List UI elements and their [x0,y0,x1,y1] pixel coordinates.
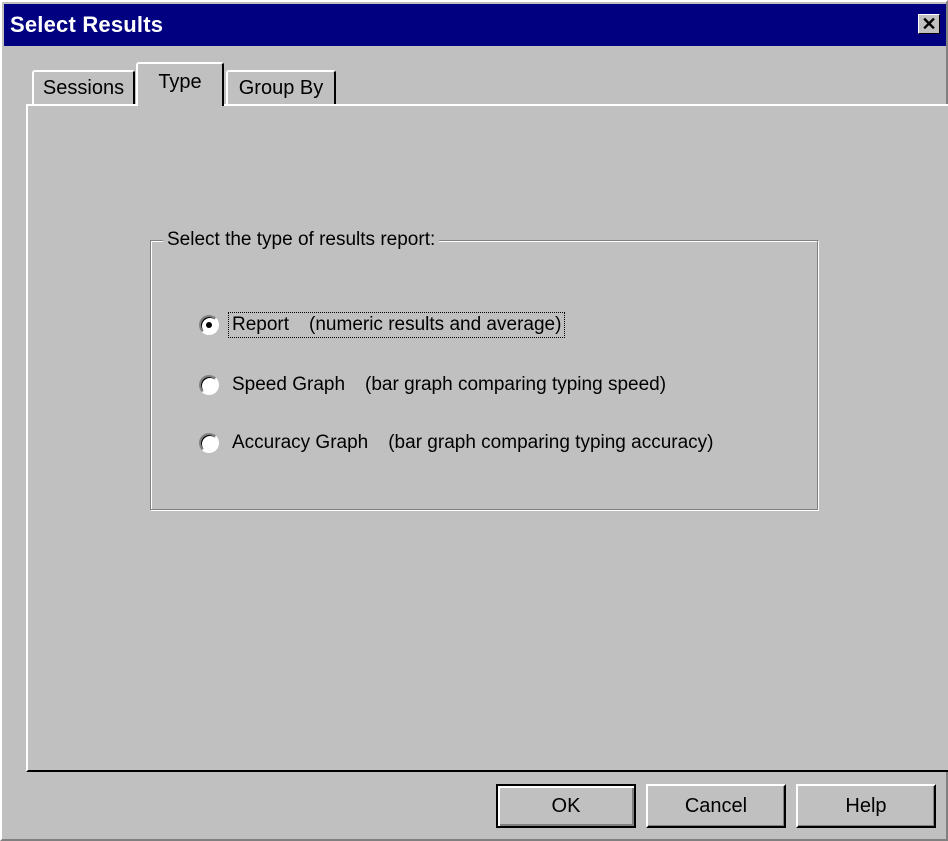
help-button[interactable]: Help [796,784,936,828]
radio-option-speed-graph[interactable]: Speed Graph (bar graph comparing typing s… [199,373,669,397]
radio-button-accuracy-graph[interactable] [199,433,219,453]
cancel-button-label: Cancel [684,794,748,817]
radio-label-accuracy-graph[interactable]: Accuracy Graph (bar graph comparing typin… [229,431,717,455]
tab-sessions[interactable]: Sessions [32,70,135,104]
select-results-dialog: Select Results ✕ Sessions Type Group By … [0,0,948,841]
tab-sessions-label: Sessions [42,76,125,99]
groupbox-legend: Select the type of results report: [163,229,440,251]
radio-option-report[interactable]: Report (numeric results and average) [199,312,566,338]
tab-panel-type: Select the type of results report: Repor… [26,104,948,772]
dialog-title: Select Results [10,12,164,37]
option-description: (bar graph comparing typing accuracy) [388,432,714,453]
radio-button-report[interactable] [199,315,219,335]
tab-group-by[interactable]: Group By [226,70,336,104]
close-icon[interactable]: ✕ [918,14,940,34]
radio-button-speed-graph[interactable] [199,375,219,395]
tab-group-by-label: Group By [238,76,324,99]
report-type-groupbox: Select the type of results report: Repor… [150,229,818,510]
option-name: Accuracy Graph [232,432,369,453]
option-name: Speed Graph [232,374,346,395]
radio-option-accuracy-graph[interactable]: Accuracy Graph (bar graph comparing typin… [199,431,717,455]
ok-button-label: OK [551,794,581,817]
radio-label-report[interactable]: Report (numeric results and average) [227,312,566,338]
help-button-label: Help [845,794,887,817]
close-glyph: ✕ [921,14,937,34]
option-description: (numeric results and average) [309,314,562,335]
tab-type[interactable]: Type [136,62,224,106]
option-description: (bar graph comparing typing speed) [365,374,667,395]
option-name: Report [232,314,290,335]
title-bar[interactable]: Select Results ✕ [4,4,946,46]
cancel-button[interactable]: Cancel [646,784,786,828]
tab-type-label: Type [158,70,202,93]
ok-button[interactable]: OK [496,784,636,828]
radio-label-speed-graph[interactable]: Speed Graph (bar graph comparing typing s… [229,373,669,397]
